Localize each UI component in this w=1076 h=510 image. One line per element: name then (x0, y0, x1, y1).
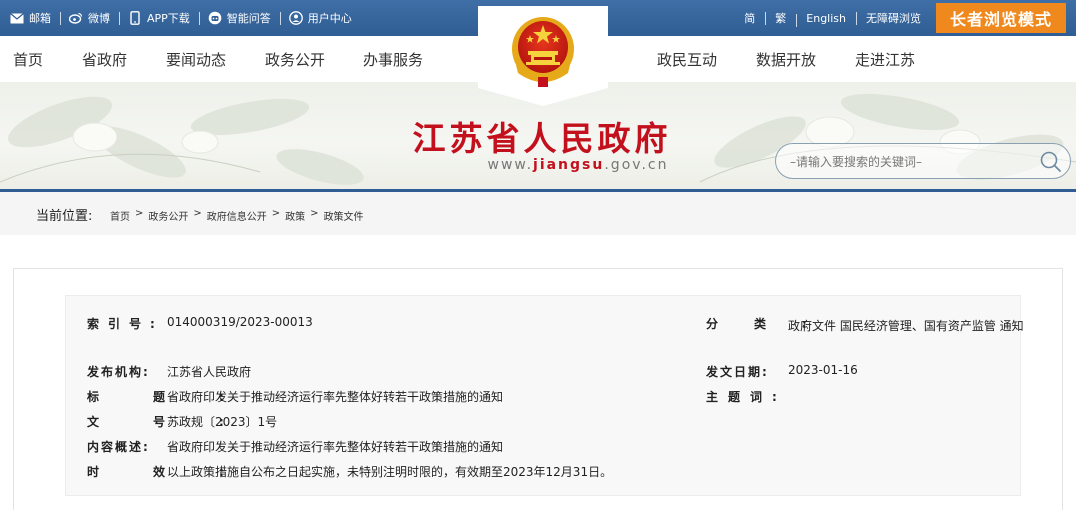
breadcrumb-item-policy[interactable]: 政策 (285, 208, 305, 223)
doc-number-row: 文号: 苏政规〔2023〕1号 (87, 413, 277, 430)
user-icon (288, 11, 303, 25)
breadcrumb-item-gov-affairs[interactable]: 政务公开 (148, 208, 188, 223)
phone-icon (128, 11, 142, 25)
traditional-chinese-link[interactable]: 繁 (765, 10, 796, 26)
elder-mode-button[interactable]: 长者浏览模式 (936, 3, 1066, 33)
breadcrumb-label: 当前位置: (36, 209, 93, 224)
doc-date-label: 发文日期: (706, 365, 769, 379)
top-left-links: 邮箱 微博 APP下载 智能问答 用户中心 (10, 0, 361, 36)
doc-number-label: 文号: (87, 415, 278, 429)
doc-issuer-row: 发布机构: 江苏省人民政府 (87, 363, 251, 380)
breadcrumb-separator: > (193, 208, 202, 219)
user-center-link[interactable]: 用户中心 (279, 10, 361, 26)
search-icon[interactable] (1038, 149, 1064, 175)
breadcrumb-item-policy-docs[interactable]: 政策文件 (324, 208, 364, 223)
nav-item-home[interactable]: 首页 (13, 49, 43, 70)
english-link[interactable]: English (796, 12, 856, 27)
breadcrumb-item-info-disclosure[interactable]: 政府信息公开 (207, 208, 267, 223)
breadcrumb-separator: > (310, 208, 319, 219)
nav-item-provincial-gov[interactable]: 省政府 (82, 49, 127, 70)
breadcrumb-separator: > (135, 208, 144, 219)
doc-category-label: 分类: (706, 317, 843, 331)
doc-index-row: 索引号: 014000319/2023-00013 (87, 315, 313, 332)
breadcrumb-separator: > (271, 208, 281, 219)
nav-item-gov-affairs[interactable]: 政务公开 (265, 49, 325, 70)
search-input[interactable] (790, 152, 1030, 172)
doc-validity-row: 时效: 以上政策措施自公布之日起实施，未特别注明时限的，有效期至2023年12月… (87, 463, 612, 480)
simplified-chinese-link[interactable]: 简 (734, 10, 765, 26)
weibo-link[interactable]: 微博 (60, 10, 119, 26)
doc-validity-label: 时效: (87, 465, 278, 479)
nav-item-open-data[interactable]: 数据开放 (756, 49, 816, 70)
mail-icon (10, 11, 24, 25)
doc-index-label: 索引号: (87, 317, 164, 331)
doc-category-row: 分类: (706, 315, 843, 332)
nav-item-news[interactable]: 要闻动态 (166, 49, 226, 70)
mail-link[interactable]: 邮箱 (10, 10, 60, 26)
nav-item-interaction[interactable]: 政民互动 (657, 49, 717, 70)
search-box (775, 143, 1071, 179)
app-download-link[interactable]: APP下载 (119, 10, 199, 26)
smart-qa-link[interactable]: 智能问答 (198, 10, 280, 26)
top-right-links: 简 繁 English 无障碍浏览 (734, 0, 931, 36)
doc-number-value: 苏政规〔2023〕1号 (167, 415, 278, 429)
doc-summary-row: 内容概述: 省政府印发关于推动经济运行率先整体好转若干政策措施的通知 (87, 438, 503, 455)
doc-date-row: 发文日期: 2023-01-16 (706, 363, 858, 380)
doc-issuer-label: 发布机构: (87, 365, 150, 379)
robot-icon (208, 11, 222, 25)
weibo-icon (69, 11, 83, 25)
nav-item-services[interactable]: 办事服务 (363, 49, 423, 70)
doc-category-value: 政府文件 国民经济管理、国有资产监管 通知 (788, 319, 1024, 333)
doc-summary-value: 省政府印发关于推动经济运行率先整体好转若干政策措施的通知 (167, 440, 504, 454)
doc-date-value: 2023-01-16 (788, 363, 858, 377)
doc-title-row: 标题: 省政府印发关于推动经济运行率先整体好转若干政策措施的通知 (87, 388, 503, 405)
doc-keywords-row: 主题词: (706, 388, 788, 405)
doc-keywords-label: 主题词: (706, 390, 787, 404)
breadcrumb-trail: 首页 > 政务公开 > 政府信息公开 > 政策 > 政策文件 (110, 208, 364, 223)
accessibility-link[interactable]: 无障碍浏览 (856, 10, 931, 26)
doc-summary-label: 内容概述: (87, 440, 150, 454)
doc-issuer-value: 江苏省人民政府 (167, 365, 252, 379)
breadcrumb: 当前位置: 首页 > 政务公开 > 政府信息公开 > 政策 > 政策文件 (0, 192, 1076, 235)
national-emblem-icon (512, 17, 574, 87)
doc-category-value-wrap: 政府文件 国民经济管理、国有资产监管 通知 (788, 315, 1028, 337)
doc-index-value: 014000319/2023-00013 (167, 315, 313, 329)
breadcrumb-item-home[interactable]: 首页 (110, 208, 130, 223)
doc-validity-value: 以上政策措施自公布之日起实施，未特别注明时限的，有效期至2023年12月31日。 (167, 465, 613, 479)
doc-title-label: 标题: (87, 390, 278, 404)
nav-item-about-jiangsu[interactable]: 走进江苏 (855, 49, 915, 70)
doc-title-value: 省政府印发关于推动经济运行率先整体好转若干政策措施的通知 (167, 390, 504, 404)
